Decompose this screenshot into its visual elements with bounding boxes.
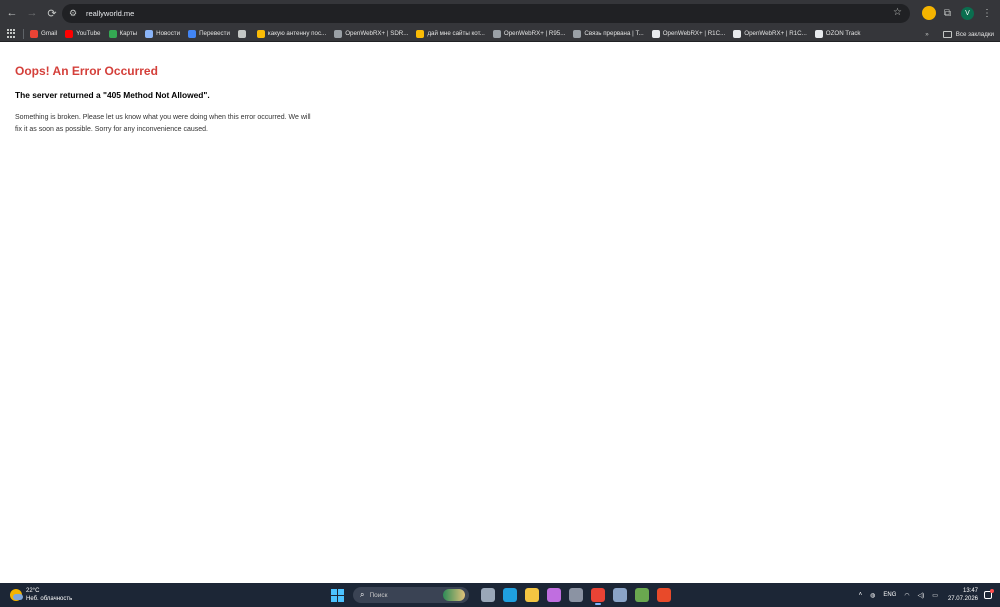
taskbar: 22°C Неб. облачность ⌕ Поиск ˄ ◍ ENG ◠ ◁…: [0, 583, 1000, 607]
site-info-icon[interactable]: ⚙: [66, 7, 80, 21]
bookmarks-bar: Gmail YouTube Карты Новости Перевести какую а…: [0, 26, 1000, 42]
menu-kebab-icon[interactable]: ⋮: [982, 8, 992, 19]
search-icon: ⌕: [360, 590, 365, 599]
globe-icon: [237, 29, 246, 38]
bookmark-item[interactable]: дай мне сайты кот...: [416, 29, 485, 38]
notification-bell-icon[interactable]: [984, 589, 994, 599]
openwebrx-icon: [492, 29, 501, 38]
all-bookmarks-button[interactable]: Все закладки: [956, 31, 994, 38]
youtube-icon: [65, 29, 74, 38]
openwebrx-icon: [573, 29, 582, 38]
bookmark-label: OZON Track: [825, 30, 861, 37]
folder-icon: [942, 30, 952, 38]
openwebrx-icon: [651, 29, 660, 38]
battery-icon[interactable]: ▭: [932, 592, 938, 599]
page-title: Oops! An Error Occurred: [15, 64, 158, 78]
bookmark-item[interactable]: Связь прервана | T...: [573, 29, 644, 38]
news-icon: [145, 29, 154, 38]
google-icon: [416, 29, 425, 38]
tray-app-icon[interactable]: ◍: [870, 592, 875, 599]
bookmark-label: OpenWebRX+ | R1C...: [744, 30, 807, 37]
apps-grid-icon[interactable]: [7, 28, 17, 39]
calendar-app-icon[interactable]: [569, 588, 583, 602]
search-highlight-image: [443, 589, 465, 601]
clock-date: 27.07.2026: [947, 596, 978, 602]
bookmark-item[interactable]: OpenWebRX+ | R1C...: [651, 29, 726, 38]
start-windows-icon[interactable]: [331, 588, 344, 602]
weather-temp: 22°C: [26, 588, 40, 594]
bookmark-item[interactable]: OpenWebRX+ | R95...: [492, 29, 566, 38]
clock[interactable]: 13:47 27.07.2026: [948, 587, 978, 603]
volume-icon[interactable]: ◁): [918, 592, 925, 599]
file-explorer-icon[interactable]: [525, 588, 539, 602]
error-message: Something is broken. Please let us know …: [15, 114, 311, 133]
address-bar[interactable]: ⚙ reallyworld.me ☆: [62, 4, 910, 23]
translate-icon: [188, 29, 197, 38]
weather-cloud-icon: [10, 589, 23, 601]
bookmark-item[interactable]: Новости: [145, 29, 181, 38]
bookmark-item[interactable]: YouTube: [65, 29, 101, 38]
openwebrx-icon: [733, 29, 742, 38]
bookmark-label: какую антенну пос...: [267, 30, 327, 37]
edge-icon[interactable]: [503, 588, 517, 602]
ozon-icon: [814, 29, 823, 38]
chrome-icon[interactable]: [591, 588, 605, 605]
profile-avatar[interactable]: V: [961, 6, 974, 20]
wifi-icon[interactable]: ◠: [904, 592, 909, 599]
openwebrx-icon: [334, 29, 343, 38]
google-icon: [256, 29, 265, 38]
url-text[interactable]: reallyworld.me: [86, 9, 134, 18]
extension-icon[interactable]: [921, 6, 936, 20]
bookmark-label: YouTube: [76, 30, 101, 37]
bookmark-label: OpenWebRX+ | SDR...: [345, 30, 409, 37]
back-arrow-icon[interactable]: ←: [4, 5, 20, 21]
error-subtitle: The server returned a "405 Method Not Al…: [15, 90, 210, 100]
chevron-up-icon[interactable]: ˄: [859, 592, 863, 598]
reload-icon[interactable]: ⟳: [44, 5, 60, 21]
gmail-icon: [30, 29, 38, 38]
bookmark-item[interactable]: Карты: [108, 29, 138, 38]
weather-desc: Неб. облачность: [26, 596, 73, 602]
bookmark-label: Перевести: [199, 30, 230, 37]
bookmarks-divider: [23, 28, 24, 39]
taskbar-search[interactable]: ⌕ Поиск: [353, 587, 469, 603]
app-av-icon[interactable]: [657, 588, 671, 602]
search-placeholder: Поиск: [369, 591, 388, 599]
bookmark-item[interactable]: OZON Track: [814, 29, 861, 38]
bookmark-item[interactable]: Перевести: [188, 29, 230, 38]
taskbar-apps: [477, 588, 675, 605]
forward-arrow-icon[interactable]: →: [24, 5, 40, 21]
visual-studio-icon[interactable]: [547, 588, 561, 602]
bookmark-label: OpenWebRX+ | R95...: [503, 30, 566, 37]
maps-icon: [108, 29, 117, 38]
error-page: Oops! An Error Occurred The server retur…: [15, 64, 415, 136]
weather-widget[interactable]: 22°C Неб. облачность: [10, 587, 72, 603]
browser-toolbar: ← → ⟳ ⚙ reallyworld.me ☆ ⧉ V ⋮: [0, 0, 1000, 26]
system-tray: ˄ ◍ ENG ◠ ◁) ▭ 13:47 27.07.2026: [851, 586, 994, 604]
bookmark-label: Новости: [156, 30, 181, 37]
app-icon[interactable]: [635, 588, 649, 602]
bookmark-item[interactable]: какую антенну пос...: [256, 29, 327, 38]
bookmark-list: Gmail YouTube Карты Новости Перевести какую а…: [30, 29, 869, 38]
extensions-puzzle-icon[interactable]: ⧉: [944, 8, 951, 19]
bookmark-label: OpenWebRX+ | R1C...: [662, 30, 726, 37]
bookmark-item[interactable]: Gmail: [30, 29, 58, 38]
bookmark-label: Связь прервана | T...: [584, 30, 644, 37]
settings-icon[interactable]: [613, 588, 627, 602]
language-indicator[interactable]: ENG: [883, 592, 896, 598]
clock-time: 13:47: [962, 588, 978, 594]
bookmark-item[interactable]: [237, 29, 249, 38]
bookmark-item[interactable]: OpenWebRX+ | R1C...: [733, 29, 807, 38]
bookmark-label: Карты: [119, 30, 138, 37]
bookmark-label: дай мне сайты кот...: [427, 30, 485, 37]
bookmark-star-icon[interactable]: ☆: [893, 7, 902, 18]
bookmark-item[interactable]: OpenWebRX+ | SDR...: [334, 29, 409, 38]
bookmark-label: Gmail: [41, 30, 58, 37]
bookmarks-overflow-icon[interactable]: »: [925, 31, 928, 38]
task-view-icon[interactable]: [481, 588, 495, 602]
